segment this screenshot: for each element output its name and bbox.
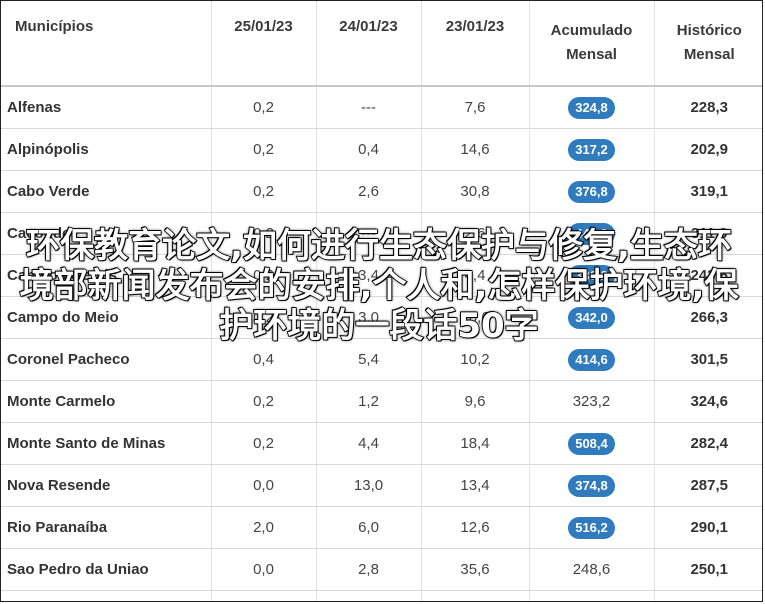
cell-d24: 6,0 — [316, 506, 422, 549]
table-row: Rio Paranaíba 2,0 6,0 12,6 516,2 290,1 — [1, 506, 762, 549]
table-row: Nova Resende 0,0 13,0 13,4 374,8 287,5 — [1, 464, 762, 507]
cell-d24: 2,6 — [316, 170, 422, 213]
cell-d23: 18,4 — [421, 422, 530, 465]
cell-d24: 13,0 — [316, 464, 422, 507]
cell-d25: 0,0 — [211, 464, 317, 507]
cell-acumulado: 516,2 — [529, 506, 655, 549]
cell-municipio: Monte Carmelo — [1, 380, 212, 423]
cell-historico: 287,5 — [654, 464, 762, 507]
cell-historico: 202,9 — [654, 128, 762, 171]
acumulado-badge: 317,2 — [568, 138, 615, 161]
acumulado-badge: 376,8 — [568, 180, 615, 203]
cell-d25: 0,0 — [211, 548, 317, 591]
cell-historico: 290,1 — [654, 506, 762, 549]
cell-acumulado: 323,2 — [529, 380, 655, 423]
cell-historico: 319,1 — [654, 170, 762, 213]
cell-acumulado: 376,8 — [529, 170, 655, 213]
cell-acumulado: 508,4 — [529, 422, 655, 465]
cell-acumulado: 248,6 — [529, 548, 655, 591]
cell-d24: --- — [316, 86, 422, 129]
cell-municipio: Rio Paranaíba — [1, 506, 212, 549]
cell-municipio: Serra do Salitre — [1, 590, 212, 601]
cell-historico: 324,6 — [654, 380, 762, 423]
acumulado-badge: 374,8 — [568, 474, 615, 497]
acumulado-badge: 324,8 — [568, 96, 615, 119]
col-header-historico[interactable]: Histórico Mensal — [654, 1, 762, 87]
cell-d25: 0,2 — [211, 422, 317, 465]
cell-d25: 2,0 — [211, 506, 317, 549]
overlay-caption: 环保教育论文,如何进行生态保护与修复,生态环境部新闻发布会的安排,个人和,怎样保… — [19, 225, 739, 347]
cell-municipio: Alpinópolis — [1, 128, 212, 171]
historico-label: Histórico Mensal — [676, 22, 742, 63]
cell-d24: 2,8 — [316, 548, 422, 591]
cell-d23: 9,6 — [421, 380, 530, 423]
cell-municipio: Cabo Verde — [1, 170, 212, 213]
acumulado-badge: 414,6 — [568, 348, 615, 371]
table-row: Monte Santo de Minas 0,2 4,4 18,4 508,4 282,4 — [1, 422, 762, 465]
cell-historico: 338,5 — [654, 590, 762, 601]
table-row: Cabo Verde 0,2 2,6 30,8 376,8 319,1 — [1, 170, 762, 213]
cell-d23: 14,6 — [421, 128, 530, 171]
col-header-acumulado[interactable]: Acumulado Mensal — [529, 1, 655, 87]
cell-d24: 4,4 — [316, 422, 422, 465]
table-row: Monte Carmelo 0,2 1,2 9,6 323,2 324,6 — [1, 380, 762, 423]
cell-municipio: Sao Pedro da Uniao — [1, 548, 212, 591]
cell-d25: 0,2 — [211, 170, 317, 213]
table-row: Alpinópolis 0,2 0,4 14,6 317,2 202,9 — [1, 128, 762, 171]
header-row: Municípios 25/01/23 24/01/23 23/01/23 Ac… — [1, 1, 762, 87]
acumulado-badge: 508,4 — [568, 432, 615, 455]
cell-d23: 7,6 — [421, 86, 530, 129]
cell-d25: 0,2 — [211, 128, 317, 171]
cell-d24: 20,4 — [316, 590, 422, 601]
col-header-d23[interactable]: 23/01/23 — [421, 1, 530, 87]
cell-municipio: Nova Resende — [1, 464, 212, 507]
cell-d24: 1,2 — [316, 380, 422, 423]
cell-acumulado: 634,8 — [529, 590, 655, 601]
cell-d24: 0,4 — [316, 128, 422, 171]
cell-d23: 34,8 — [421, 590, 530, 601]
col-header-d25[interactable]: 25/01/23 — [211, 1, 317, 87]
table-row: Alfenas 0,2 --- 7,6 324,8 228,3 — [1, 86, 762, 129]
acumulado-badge: 634,8 — [568, 600, 615, 601]
cell-historico: 250,1 — [654, 548, 762, 591]
cell-historico: 282,4 — [654, 422, 762, 465]
col-header-d24[interactable]: 24/01/23 — [316, 1, 422, 87]
table-row: Sao Pedro da Uniao 0,0 2,8 35,6 248,6 250,1 — [1, 548, 762, 591]
cell-d23: 13,4 — [421, 464, 530, 507]
cell-acumulado: 374,8 — [529, 464, 655, 507]
cell-municipio: Alfenas — [1, 86, 212, 129]
acumulado-label: Acumulado Mensal — [550, 22, 633, 63]
acumulado-badge: 516,2 — [568, 516, 615, 539]
cell-acumulado: 317,2 — [529, 128, 655, 171]
cell-municipio: Monte Santo de Minas — [1, 422, 212, 465]
col-header-municipios[interactable]: Municípios — [1, 1, 212, 87]
cell-d23: 30,8 — [421, 170, 530, 213]
cell-d23: 35,6 — [421, 548, 530, 591]
cell-acumulado: 324,8 — [529, 86, 655, 129]
cell-d25: 0,2 — [211, 86, 317, 129]
cell-historico: 228,3 — [654, 86, 762, 129]
table-row: Serra do Salitre1,420,434,8 634,8 338,5 — [1, 590, 762, 601]
cell-d25: 1,4 — [211, 590, 317, 601]
cell-d23: 12,6 — [421, 506, 530, 549]
cell-d25: 0,2 — [211, 380, 317, 423]
